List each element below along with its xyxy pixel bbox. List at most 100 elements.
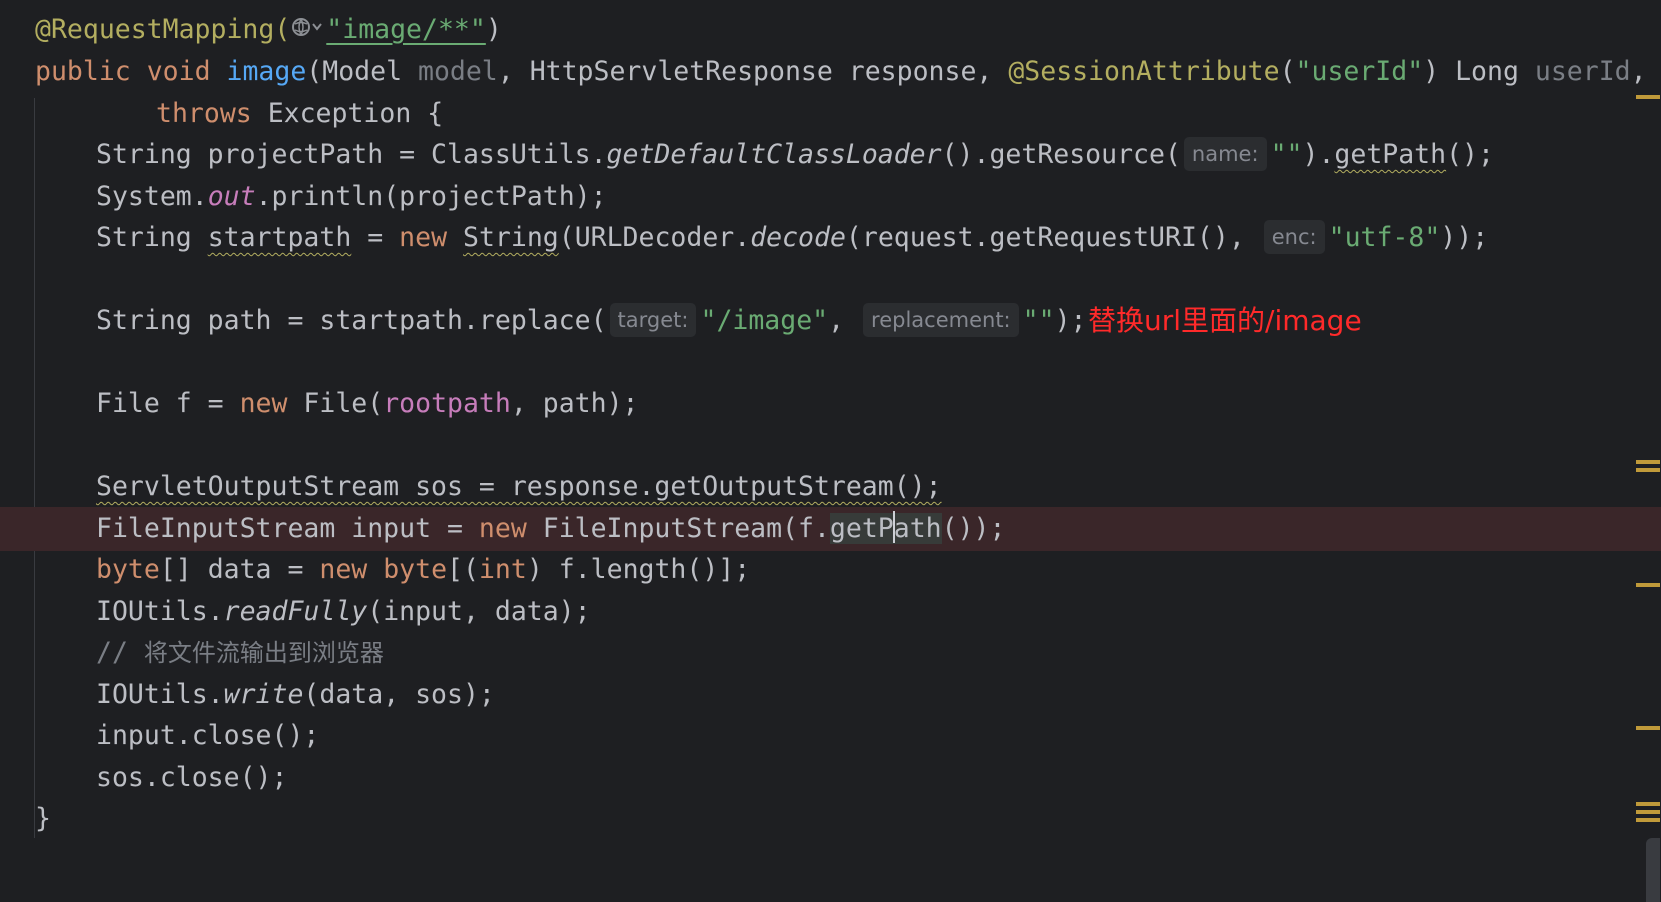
method-get-path-warning[interactable]: getPath xyxy=(1334,139,1446,170)
error-stripe-marker[interactable] xyxy=(1636,95,1660,99)
code-text: ) f.length()]; xyxy=(526,554,751,585)
code-line-replace[interactable]: String path = startpath.replace(target: "… xyxy=(0,299,1661,343)
keyword-byte: byte xyxy=(96,554,160,585)
error-stripe-marker[interactable] xyxy=(1636,726,1660,730)
param-hint-target: target: xyxy=(609,303,697,337)
code-content: String projectPath = ClassUtils.getDefau… xyxy=(96,133,1494,177)
code-content: public void image(Model model, HttpServl… xyxy=(35,50,1647,94)
error-stripe-marker[interactable] xyxy=(1636,810,1660,814)
annotation-request-mapping: @RequestMapping( xyxy=(35,14,291,45)
code-line-file-input-stream[interactable]: FileInputStream input = new FileInputStr… xyxy=(0,507,1661,551)
code-text: (data, sos); xyxy=(303,679,495,710)
comment-text: 将文件流输出到浏览器 xyxy=(143,639,384,667)
word-part: ath xyxy=(893,513,942,544)
method-get-default-class-loader: getDefaultClassLoader xyxy=(606,139,942,170)
code-text: ().getResource( xyxy=(941,139,1181,170)
code-text: (input, data); xyxy=(367,596,591,627)
code-content: String startpath = new String(URLDecoder… xyxy=(96,216,1488,260)
code-text: System. xyxy=(96,181,208,212)
code-line-read-fully[interactable]: IOUtils.readFully(input, data); xyxy=(0,590,1661,634)
param-model: model xyxy=(417,56,498,87)
code-line-closing-brace[interactable]: } xyxy=(0,797,1661,841)
code-text: [( xyxy=(447,554,479,585)
code-content: System.out.println(projectPath); xyxy=(96,175,607,219)
code-text: (URLDecoder. xyxy=(558,222,751,253)
highlighted-word-get-path[interactable]: getPath xyxy=(829,511,942,544)
code-text: ). xyxy=(1302,139,1335,170)
code-text: ()); xyxy=(941,513,1006,544)
code-text: String path = startpath.replace( xyxy=(96,305,607,336)
string-empty: "" xyxy=(1022,305,1055,336)
code-text: IOUtils. xyxy=(96,596,224,627)
code-text: IOUtils. xyxy=(96,679,224,710)
vertical-scrollbar-thumb[interactable] xyxy=(1646,838,1660,902)
code-content: input.close(); xyxy=(96,720,320,751)
code-content: byte[] data = new byte[(int) f.length()]… xyxy=(96,548,750,592)
globe-icon[interactable] xyxy=(290,12,326,42)
param-userid: userId xyxy=(1534,56,1631,87)
error-stripe-marker[interactable] xyxy=(1636,818,1660,822)
string-empty: "" xyxy=(1270,139,1303,170)
code-line-byte-array[interactable]: byte[] data = new byte[(int) f.length()]… xyxy=(0,548,1661,592)
code-text: (); xyxy=(1446,139,1494,170)
method-read-fully: readFully xyxy=(223,596,368,627)
code-line-file[interactable]: File f = new File(rootpath, path); xyxy=(0,382,1661,426)
code-line-write[interactable]: IOUtils.write(data, sos); xyxy=(0,673,1661,717)
error-stripe-marker[interactable] xyxy=(1636,802,1660,806)
type-long: Long xyxy=(1455,56,1535,87)
keyword-new: new xyxy=(399,222,448,253)
code-content: sos.close(); xyxy=(96,762,288,793)
code-content: String path = startpath.replace(target: "… xyxy=(96,299,1086,343)
string-image: "/image" xyxy=(700,305,829,336)
code-content: } xyxy=(35,803,51,834)
code-content-warning[interactable]: ServletOutputStream sos = response.getOu… xyxy=(96,465,942,509)
param-hint-name: name: xyxy=(1183,137,1267,171)
code-line-request-mapping[interactable]: @RequestMapping( "image/**") xyxy=(0,8,1661,52)
string-utf8: "utf-8" xyxy=(1328,222,1441,253)
error-stripe-marker[interactable] xyxy=(1636,583,1660,587)
separator: , xyxy=(497,56,530,87)
code-line-input-close[interactable]: input.close(); xyxy=(0,714,1661,758)
code-text: , path); xyxy=(510,388,639,419)
class-string-warning[interactable]: String xyxy=(463,222,559,253)
method-name: image xyxy=(226,56,307,87)
code-text: )); xyxy=(1440,222,1489,253)
type-model: Model xyxy=(322,56,418,87)
word-part: getP xyxy=(829,513,894,544)
code-text: [] data = xyxy=(159,554,320,585)
code-editor[interactable]: @RequestMapping("image/**") public void … xyxy=(0,0,1661,902)
code-text: (request.getRequestURI(), xyxy=(845,222,1261,253)
code-line-throws[interactable]: throws Exception { xyxy=(0,92,1661,136)
param-hint-replacement: replacement: xyxy=(863,303,1019,337)
keyword-new: new xyxy=(239,388,288,419)
code-text: File( xyxy=(287,388,384,419)
code-text: FileInputStream(f. xyxy=(526,513,830,544)
variable-startpath-warning[interactable]: startpath xyxy=(208,222,352,253)
comment-slashes: // xyxy=(96,637,144,668)
code-content: @RequestMapping( "image/**") xyxy=(35,8,502,52)
type-string: String xyxy=(96,222,208,253)
paren-open: ( xyxy=(1279,56,1296,87)
error-stripe-marker[interactable] xyxy=(1636,468,1660,472)
code-line-startpath[interactable]: String startpath = new String(URLDecoder… xyxy=(0,216,1661,260)
paren-close: ) xyxy=(485,14,502,45)
chevron-down-icon xyxy=(312,23,323,31)
code-line-comment[interactable]: // 将文件流输出到浏览器 xyxy=(0,631,1661,675)
code-line-sos-close[interactable]: sos.close(); xyxy=(0,756,1661,800)
mapping-path[interactable]: "image/**" xyxy=(326,14,486,45)
code-line-signature[interactable]: public void image(Model model, HttpServl… xyxy=(0,50,1661,94)
code-text: = xyxy=(351,222,400,253)
error-stripe-marker[interactable] xyxy=(1636,460,1660,464)
code-text: String projectPath = ClassUtils. xyxy=(96,139,607,170)
code-text: File f = xyxy=(96,388,240,419)
keyword-int: int xyxy=(478,554,527,585)
code-line-println[interactable]: System.out.println(projectPath); xyxy=(0,175,1661,219)
code-text: ); xyxy=(1054,305,1087,336)
code-content: FileInputStream input = new FileInputStr… xyxy=(96,507,1005,551)
string-userid: "userId" xyxy=(1295,56,1424,87)
code-line-servlet-output-stream[interactable]: ServletOutputStream sos = response.getOu… xyxy=(0,465,1661,509)
code-line-project-path[interactable]: String projectPath = ClassUtils.getDefau… xyxy=(0,133,1661,177)
keyword-byte: byte xyxy=(383,554,448,585)
